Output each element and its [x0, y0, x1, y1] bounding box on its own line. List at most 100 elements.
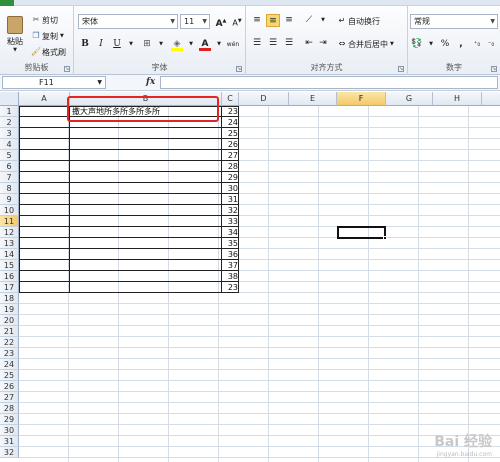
row-header[interactable]: 8 — [0, 183, 19, 194]
dialog-launcher-icon[interactable]: ↘ — [64, 66, 70, 72]
font-size-dropdown[interactable]: 11 ▼ — [180, 14, 210, 29]
row-header[interactable]: 5 — [0, 150, 19, 161]
row-header[interactable]: 6 — [0, 161, 19, 172]
row-header[interactable]: 16 — [0, 271, 19, 282]
formula-input[interactable] — [160, 76, 498, 89]
cell-c-value[interactable]: 35 — [222, 238, 238, 249]
cell-c-value[interactable]: 29 — [222, 172, 238, 183]
merge-center-button[interactable]: ⇔ 合并后居中 ▼ — [336, 38, 394, 50]
row-header[interactable]: 15 — [0, 260, 19, 271]
phonetic-guide-button[interactable]: wén — [224, 38, 242, 51]
cell-c-value[interactable]: 31 — [222, 194, 238, 205]
wrap-text-button[interactable]: ↵ 自动换行 — [336, 15, 380, 27]
chevron-down-icon[interactable]: ▼ — [154, 38, 168, 51]
row-header[interactable]: 28 — [0, 403, 19, 414]
row-header[interactable]: 25 — [0, 370, 19, 381]
row-header[interactable]: 31 — [0, 436, 19, 447]
dialog-launcher-icon[interactable]: ↘ — [398, 66, 404, 72]
column-header-h[interactable]: H — [433, 92, 482, 106]
row-header[interactable]: 19 — [0, 304, 19, 315]
align-right-icon[interactable]: ☰ — [282, 37, 296, 50]
cell-c-value[interactable]: 32 — [222, 205, 238, 216]
percent-button[interactable]: % — [438, 38, 452, 51]
borders-icon[interactable]: ⊞ — [140, 38, 154, 51]
number-format-dropdown[interactable]: 常规 ▼ — [410, 14, 498, 29]
row-header[interactable]: 23 — [0, 348, 19, 359]
row-header[interactable]: 3 — [0, 128, 19, 139]
cell-c-value[interactable]: 26 — [222, 139, 238, 150]
increase-decimal-icon[interactable]: ⁺₀ — [470, 38, 484, 51]
cell-c-value[interactable]: 37 — [222, 260, 238, 271]
cut-button[interactable]: ✂ 剪切 — [30, 14, 58, 26]
grow-font-button[interactable]: A▲ — [214, 15, 228, 29]
row-header[interactable]: 30 — [0, 425, 19, 436]
cell-c-value[interactable]: 30 — [222, 183, 238, 194]
chevron-down-icon[interactable]: ▼ — [184, 38, 198, 51]
comma-style-button[interactable]: , — [454, 38, 468, 51]
decrease-indent-icon[interactable]: ⇤ — [302, 37, 316, 50]
row-header[interactable]: 26 — [0, 381, 19, 392]
row-header[interactable]: 24 — [0, 359, 19, 370]
decrease-decimal-icon[interactable]: ⁻₀ — [484, 38, 498, 51]
select-all-corner[interactable] — [0, 92, 19, 106]
cell-c-value[interactable]: 34 — [222, 227, 238, 238]
row-header[interactable]: 27 — [0, 392, 19, 403]
font-color-button[interactable]: A — [198, 38, 212, 51]
row-header[interactable]: 12 — [0, 227, 19, 238]
cell-c-value[interactable]: 23 — [222, 282, 238, 293]
underline-button[interactable]: U — [110, 38, 124, 51]
column-header-c[interactable]: C — [222, 92, 239, 106]
align-top-icon[interactable]: ≡ — [250, 14, 264, 27]
shrink-font-button[interactable]: A▼ — [230, 15, 244, 28]
row-header[interactable]: 14 — [0, 249, 19, 260]
column-header-e[interactable]: E — [289, 92, 337, 106]
paste-button[interactable]: 粘贴 ▼ — [4, 16, 26, 53]
row-header[interactable]: 18 — [0, 293, 19, 304]
cell-c-value[interactable]: 25 — [222, 128, 238, 139]
increase-indent-icon[interactable]: ⇥ — [316, 37, 330, 50]
align-center-icon[interactable]: ☰ — [266, 37, 280, 50]
chevron-down-icon[interactable]: ▼ — [124, 38, 138, 51]
row-header[interactable]: 11 — [0, 216, 19, 227]
row-header[interactable]: 29 — [0, 414, 19, 425]
orientation-icon[interactable]: ⟋ — [302, 14, 316, 27]
cell-c-value[interactable]: 23 — [222, 106, 238, 117]
chevron-down-icon[interactable]: ▼ — [424, 38, 438, 51]
row-header[interactable]: 21 — [0, 326, 19, 337]
insert-function-button[interactable]: fx — [146, 76, 158, 89]
row-header[interactable]: 22 — [0, 337, 19, 348]
row-header[interactable]: 9 — [0, 194, 19, 205]
fill-handle[interactable] — [383, 236, 387, 240]
bold-button[interactable]: B — [78, 38, 92, 51]
chevron-down-icon[interactable]: ▼ — [316, 14, 330, 27]
cell-c-value[interactable]: 36 — [222, 249, 238, 260]
currency-icon[interactable]: 💱 — [410, 38, 424, 51]
dialog-launcher-icon[interactable]: ↘ — [491, 66, 497, 72]
cell-c-value[interactable]: 38 — [222, 271, 238, 282]
row-header[interactable]: 13 — [0, 238, 19, 249]
row-header[interactable]: 20 — [0, 315, 19, 326]
column-header-a[interactable]: A — [19, 92, 70, 106]
cell-c-value[interactable]: 27 — [222, 150, 238, 161]
name-box[interactable]: F11 ▼ — [2, 76, 106, 89]
row-header[interactable]: 17 — [0, 282, 19, 293]
format-painter-button[interactable]: 🖌 格式刷 — [30, 46, 66, 58]
cell-c-value[interactable]: 24 — [222, 117, 238, 128]
fill-color-button[interactable]: ◈ — [170, 38, 184, 51]
row-header[interactable]: 4 — [0, 139, 19, 150]
copy-button[interactable]: ❐ 复制 ▼ — [30, 30, 63, 42]
row-header[interactable]: 10 — [0, 205, 19, 216]
align-bottom-icon[interactable]: ≡ — [282, 14, 296, 27]
column-header-f[interactable]: F — [337, 92, 386, 106]
row-header[interactable]: 7 — [0, 172, 19, 183]
row-header[interactable]: 2 — [0, 117, 19, 128]
align-left-icon[interactable]: ☰ — [250, 37, 264, 50]
dialog-launcher-icon[interactable]: ↘ — [236, 66, 242, 72]
cell-c-value[interactable]: 33 — [222, 216, 238, 227]
cell-c-value[interactable]: 28 — [222, 161, 238, 172]
row-header[interactable]: 32 — [0, 447, 19, 458]
column-header-g[interactable]: G — [386, 92, 433, 106]
font-name-dropdown[interactable]: 宋体 ▼ — [78, 14, 178, 29]
italic-button[interactable]: I — [94, 38, 108, 51]
active-cell-f11[interactable] — [337, 226, 387, 240]
